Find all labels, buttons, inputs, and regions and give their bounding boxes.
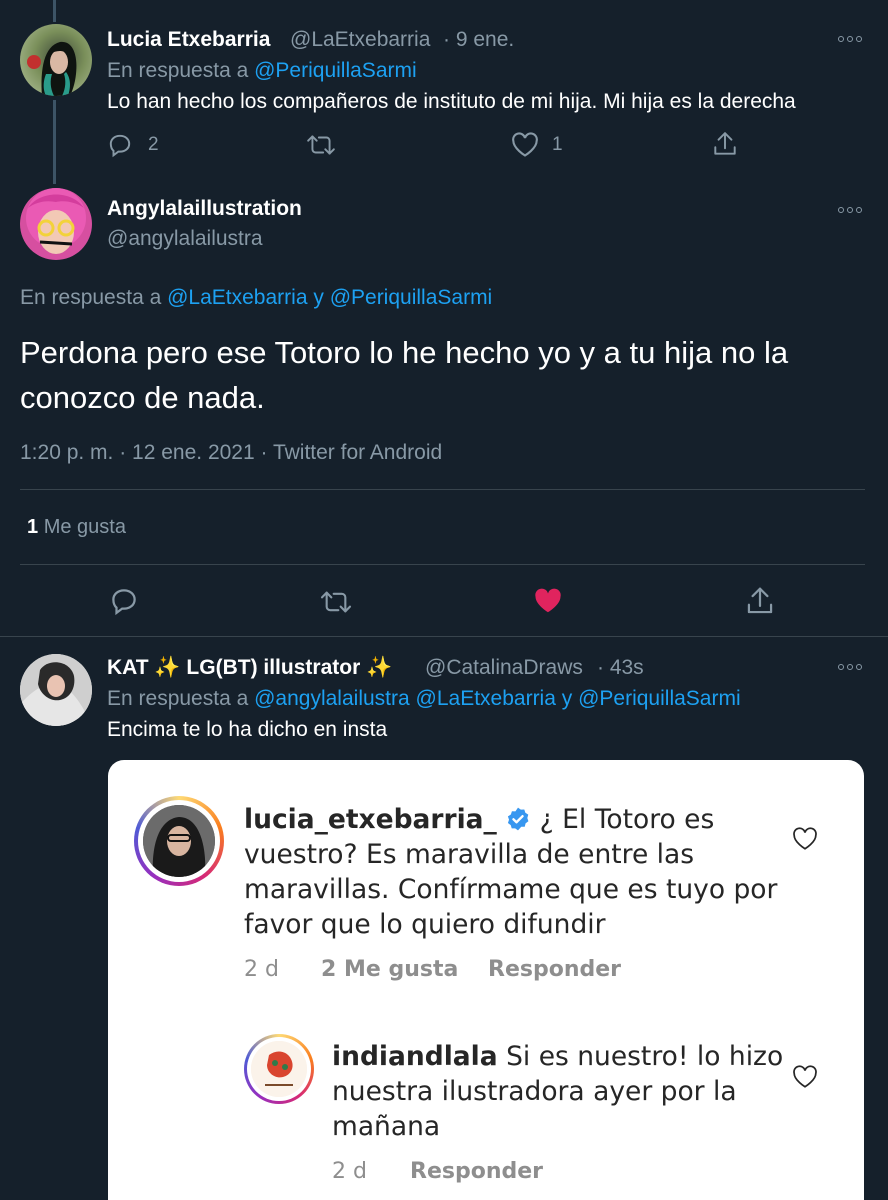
comment-time: 2 d (332, 1159, 367, 1184)
avatar-image (26, 188, 86, 254)
thread-line-top (53, 0, 56, 22)
liked-heart-icon[interactable] (533, 587, 563, 615)
divider (20, 489, 865, 490)
author-handle[interactable]: @angylalailustra (107, 227, 263, 251)
tweet-meta: 1:20 p. m. · 12 ene. 2021 · Twitter for … (20, 441, 443, 464)
instagram-comment: lucia_etxebarria_ ¿ El Totoro es vuestro… (244, 802, 844, 942)
likes-summary[interactable]: 1 Me gusta (27, 516, 126, 539)
mention-link[interactable]: @LaEtxebarria (167, 286, 307, 309)
likes-number: 1 (27, 516, 39, 538)
verified-badge-icon (508, 807, 529, 831)
tweet-time[interactable]: · 43s (597, 656, 644, 680)
avatar-image (27, 41, 77, 96)
share-icon[interactable] (745, 585, 775, 617)
mention-link[interactable]: @PeriquillaSarmi (330, 286, 493, 309)
reply-count: 2 (148, 134, 159, 155)
like-count: 1 (552, 134, 563, 155)
retweet-icon[interactable] (306, 132, 336, 158)
avatar-image (143, 805, 215, 877)
reply-button[interactable]: Responder (410, 1159, 543, 1184)
mention-link[interactable]: @PeriquillaSarmi (254, 59, 417, 82)
reply-context: En respuesta a @LaEtxebarria y @Periquil… (20, 286, 492, 310)
author-name[interactable]: KAT ✨ LG(BT) illustrator ✨ (107, 656, 392, 680)
reply-prefix: En respuesta a (107, 59, 249, 82)
retweet-icon[interactable] (319, 588, 353, 616)
likes-label: Me gusta (43, 516, 126, 538)
more-options-icon[interactable] (838, 662, 866, 672)
avatar[interactable] (20, 24, 92, 96)
author-name[interactable]: Angylalaillustration (107, 197, 302, 221)
reply-button[interactable]: Responder (488, 957, 621, 982)
tweet-text: Lo han hecho los compañeros de instituto… (107, 90, 796, 113)
thread-line-bottom (53, 100, 56, 184)
reply-prefix: En respuesta a (107, 687, 249, 710)
comment-likes[interactable]: 2 Me gusta (321, 957, 458, 982)
comment-text: ¿ El Totoro es (539, 804, 715, 835)
avatar[interactable] (20, 654, 92, 726)
share-icon[interactable] (712, 130, 738, 158)
author-handle[interactable]: @CatalinaDraws (425, 656, 583, 680)
comment-line: favor que lo quiero difundir (244, 909, 606, 940)
mention-conjunction: y (313, 286, 324, 309)
comment-line: lucia_etxebarria_ ¿ El Totoro es (244, 802, 844, 837)
tweet-time[interactable]: · 9 ene. (443, 28, 514, 52)
mention-link[interactable]: @PeriquillaSarmi (578, 687, 741, 710)
tweet-text: Encima te lo ha dicho en insta (107, 718, 388, 741)
mention-conjunction: y (561, 687, 573, 710)
reply-context: En respuesta a @angylalailustra @LaEtxeb… (107, 687, 741, 711)
comment-text: Si es nuestro! lo hizo (506, 1041, 784, 1072)
more-options-icon[interactable] (838, 205, 866, 215)
instagram-username[interactable]: indiandlala (332, 1041, 498, 1072)
avatar[interactable] (20, 188, 92, 260)
author-handle[interactable]: @LaEtxebarria (290, 28, 430, 52)
reply-icon[interactable] (107, 132, 133, 158)
comment-line: nuestra ilustradora ayer por la (332, 1076, 737, 1107)
author-name[interactable]: Lucia Etxebarria (107, 28, 270, 52)
more-options-icon[interactable] (838, 34, 866, 44)
attached-image[interactable]: lucia_etxebarria_ ¿ El Totoro es vuestro… (108, 760, 864, 1200)
instagram-avatar (134, 796, 224, 886)
mention-link[interactable]: @angylalailustra (254, 687, 410, 710)
reply-prefix: En respuesta a (20, 286, 162, 309)
tweet-text: Perdona pero ese Totoro lo he hecho yo y… (20, 335, 789, 415)
comment-line: indiandlala Si es nuestro! lo hizo (332, 1039, 812, 1074)
like-icon[interactable] (792, 827, 818, 851)
instagram-comment: indiandlala Si es nuestro! lo hizo nuest… (332, 1039, 812, 1144)
divider (0, 636, 888, 637)
like-icon[interactable] (792, 1065, 818, 1089)
divider (20, 564, 865, 565)
reply-context: En respuesta a @PeriquillaSarmi (107, 59, 417, 83)
instagram-avatar (244, 1034, 314, 1104)
avatar-image (20, 654, 92, 726)
comment-line: vuestro? Es maravilla de entre las (244, 839, 695, 870)
reply-icon[interactable] (109, 586, 139, 616)
comment-line: mañana (332, 1111, 441, 1142)
comment-time: 2 d (244, 957, 279, 982)
mention-link[interactable]: @LaEtxebarria (416, 687, 556, 710)
avatar-image (251, 1041, 307, 1097)
like-icon[interactable] (511, 132, 539, 158)
instagram-username[interactable]: lucia_etxebarria_ (244, 804, 497, 835)
comment-line: maravillas. Confírmame que es tuyo por (244, 874, 778, 905)
